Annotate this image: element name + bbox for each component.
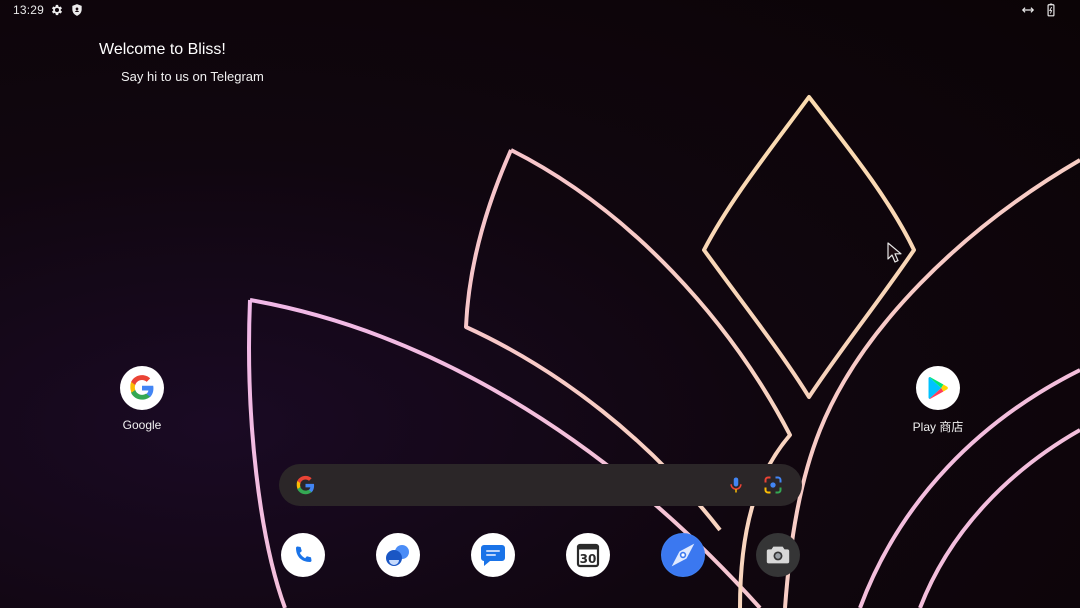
google-g-icon bbox=[296, 475, 315, 495]
dock-app-messages[interactable] bbox=[471, 533, 515, 577]
status-time: 13:29 bbox=[13, 3, 45, 17]
petal-right-inner-2 bbox=[918, 428, 1080, 608]
status-bar: 13:29 bbox=[0, 0, 1080, 22]
dock-app-phone[interactable] bbox=[281, 533, 325, 577]
microphone-icon[interactable] bbox=[727, 475, 745, 495]
welcome-title[interactable]: Welcome to Bliss! bbox=[99, 41, 226, 59]
link-arrows-icon bbox=[1021, 7, 1035, 13]
dock-app-contacts[interactable] bbox=[376, 533, 420, 577]
desktop-app-play-store[interactable]: Play 商店 bbox=[893, 366, 983, 435]
desktop-app-label: Play 商店 bbox=[912, 420, 964, 434]
settings-gear-icon bbox=[52, 4, 63, 16]
calendar-day: 30 bbox=[580, 552, 597, 566]
google-lens-icon[interactable] bbox=[763, 475, 783, 495]
dock-app-calendar[interactable]: 30 bbox=[566, 533, 610, 577]
petal-middle bbox=[464, 148, 792, 608]
phone-icon bbox=[296, 546, 312, 562]
contacts-icon bbox=[386, 545, 409, 566]
battery-icon bbox=[1047, 3, 1055, 17]
google-search-bar[interactable] bbox=[279, 464, 802, 506]
welcome-subtitle-telegram-link[interactable]: Say hi to us on Telegram bbox=[121, 69, 264, 84]
dock-app-compass[interactable] bbox=[661, 533, 705, 577]
petal-top bbox=[702, 95, 916, 399]
desktop-app-google[interactable]: Google bbox=[97, 366, 187, 432]
camera-icon bbox=[766, 546, 790, 564]
home-screen: 13:29 Welcome to Bliss! Say hi to us on … bbox=[0, 0, 1080, 608]
messages-icon bbox=[481, 545, 505, 566]
google-g-icon bbox=[130, 375, 154, 400]
calendar-icon: 30 bbox=[576, 543, 600, 568]
shield-icon bbox=[72, 4, 82, 16]
mouse-pointer-icon bbox=[887, 242, 902, 263]
compass-icon bbox=[662, 534, 704, 576]
play-store-icon bbox=[928, 377, 948, 399]
desktop-app-label: Google bbox=[122, 418, 162, 432]
wallpaper bbox=[247, 95, 1080, 608]
dock-app-camera[interactable] bbox=[756, 533, 800, 577]
